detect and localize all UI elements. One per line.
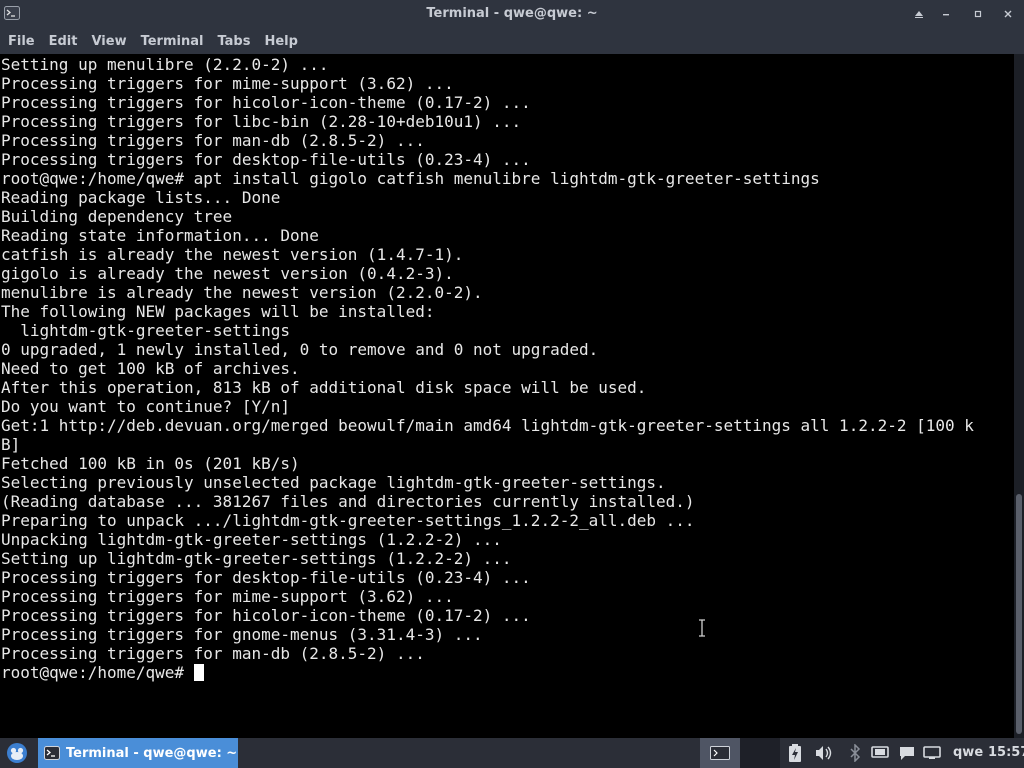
terminal-line: (Reading database ... 381267 files and d… <box>1 492 695 511</box>
workspace-1[interactable] <box>700 738 740 768</box>
terminal-line: Processing triggers for desktop-file-uti… <box>1 150 531 169</box>
menu-edit[interactable]: Edit <box>45 34 82 49</box>
terminal-line: Need to get 100 kB of archives. <box>1 359 300 378</box>
terminal-line: Fetched 100 kB in 0s (201 kB/s) <box>1 454 300 473</box>
terminal-line: B] <box>1 435 21 454</box>
volume-icon[interactable] <box>815 744 833 762</box>
terminal-line: Do you want to continue? [Y/n] <box>1 397 290 416</box>
terminal-line: Processing triggers for mime-support (3.… <box>1 74 454 93</box>
user-name[interactable]: qwe <box>953 745 983 760</box>
terminal-line: After this operation, 813 kB of addition… <box>1 378 647 397</box>
terminal-line: Reading state information... Done <box>1 226 319 245</box>
menu-help[interactable]: Help <box>260 34 301 49</box>
terminal-line: Reading package lists... Done <box>1 188 281 207</box>
maximize-icon[interactable] <box>968 4 988 24</box>
terminal-line: menulibre is already the newest version … <box>1 283 483 302</box>
terminal-line: Processing triggers for man-db (2.8.5-2)… <box>1 644 425 663</box>
terminal-line: Unpacking lightdm-gtk-greeter-settings (… <box>1 530 502 549</box>
taskbar-terminal-label: Terminal - qwe@qwe: ~ <box>66 745 238 761</box>
battery-icon[interactable] <box>786 744 804 762</box>
taskbar-terminal-button[interactable]: Terminal - qwe@qwe: ~ <box>38 738 238 768</box>
text-cursor <box>193 664 204 681</box>
minimize-icon[interactable] <box>936 4 956 24</box>
terminal-line: Processing triggers for mime-support (3.… <box>1 587 454 606</box>
chat-icon[interactable] <box>898 744 916 762</box>
clock[interactable]: 15:57 <box>988 745 1024 760</box>
terminal-line: 0 upgraded, 1 newly installed, 0 to remo… <box>1 340 599 359</box>
terminal-line: root@qwe:/home/qwe# apt install gigolo c… <box>1 169 820 188</box>
bluetooth-icon[interactable] <box>846 744 864 762</box>
terminal-line: Building dependency tree <box>1 207 233 226</box>
terminal-line: Selecting previously unselected package … <box>1 473 666 492</box>
terminal-line: lightdm-gtk-greeter-settings <box>1 321 290 340</box>
shade-icon[interactable] <box>909 4 929 24</box>
terminal-line: catfish is already the newest version (1… <box>1 245 464 264</box>
prompt-line[interactable]: root@qwe:/home/qwe# <box>1 663 204 682</box>
terminal-output[interactable]: Setting up menulibre (2.2.0-2) ... Proce… <box>0 54 1014 738</box>
menu-terminal[interactable]: Terminal <box>137 34 208 49</box>
menu-file[interactable]: File <box>4 34 39 49</box>
terminal-line: Processing triggers for libc-bin (2.28-1… <box>1 112 522 131</box>
menu-view[interactable]: View <box>87 34 130 49</box>
network-icon[interactable] <box>923 744 941 762</box>
terminal-line: gigolo is already the newest version (0.… <box>1 264 454 283</box>
menu-tabs[interactable]: Tabs <box>213 34 254 49</box>
title-bar: Terminal - qwe@qwe: ~ <box>0 0 1024 28</box>
workspace-2[interactable] <box>740 738 780 768</box>
menu-bar: File Edit View Terminal Tabs Help <box>0 28 1024 54</box>
terminal-icon <box>44 746 60 760</box>
scrollbar-thumb[interactable] <box>1016 494 1022 734</box>
terminal-line: The following NEW packages will be insta… <box>1 302 435 321</box>
shell-prompt: root@qwe:/home/qwe# <box>1 663 194 682</box>
terminal-line: Setting up lightdm-gtk-greeter-settings … <box>1 549 512 568</box>
terminal-line: Setting up menulibre (2.2.0-2) ... <box>1 55 329 74</box>
window-title: Terminal - qwe@qwe: ~ <box>426 6 598 21</box>
ibeam-cursor-icon <box>697 619 707 637</box>
terminal-line: Get:1 http://deb.devuan.org/merged beowu… <box>1 416 974 435</box>
terminal-line: Processing triggers for hicolor-icon-the… <box>1 93 531 112</box>
vertical-scrollbar[interactable] <box>1014 54 1024 738</box>
close-icon[interactable] <box>998 4 1018 24</box>
applications-menu-icon[interactable] <box>0 738 34 768</box>
display-icon[interactable] <box>871 744 889 762</box>
terminal-line: Preparing to unpack .../lightdm-gtk-gree… <box>1 511 695 530</box>
terminal-line: Processing triggers for hicolor-icon-the… <box>1 606 531 625</box>
terminal-line: Processing triggers for desktop-file-uti… <box>1 568 531 587</box>
taskbar: Terminal - qwe@qwe: ~ qwe 15:57 <box>0 738 1024 768</box>
terminal-icon <box>710 746 730 760</box>
terminal-line: Processing triggers for man-db (2.8.5-2)… <box>1 131 425 150</box>
terminal-line: Processing triggers for gnome-menus (3.3… <box>1 625 483 644</box>
